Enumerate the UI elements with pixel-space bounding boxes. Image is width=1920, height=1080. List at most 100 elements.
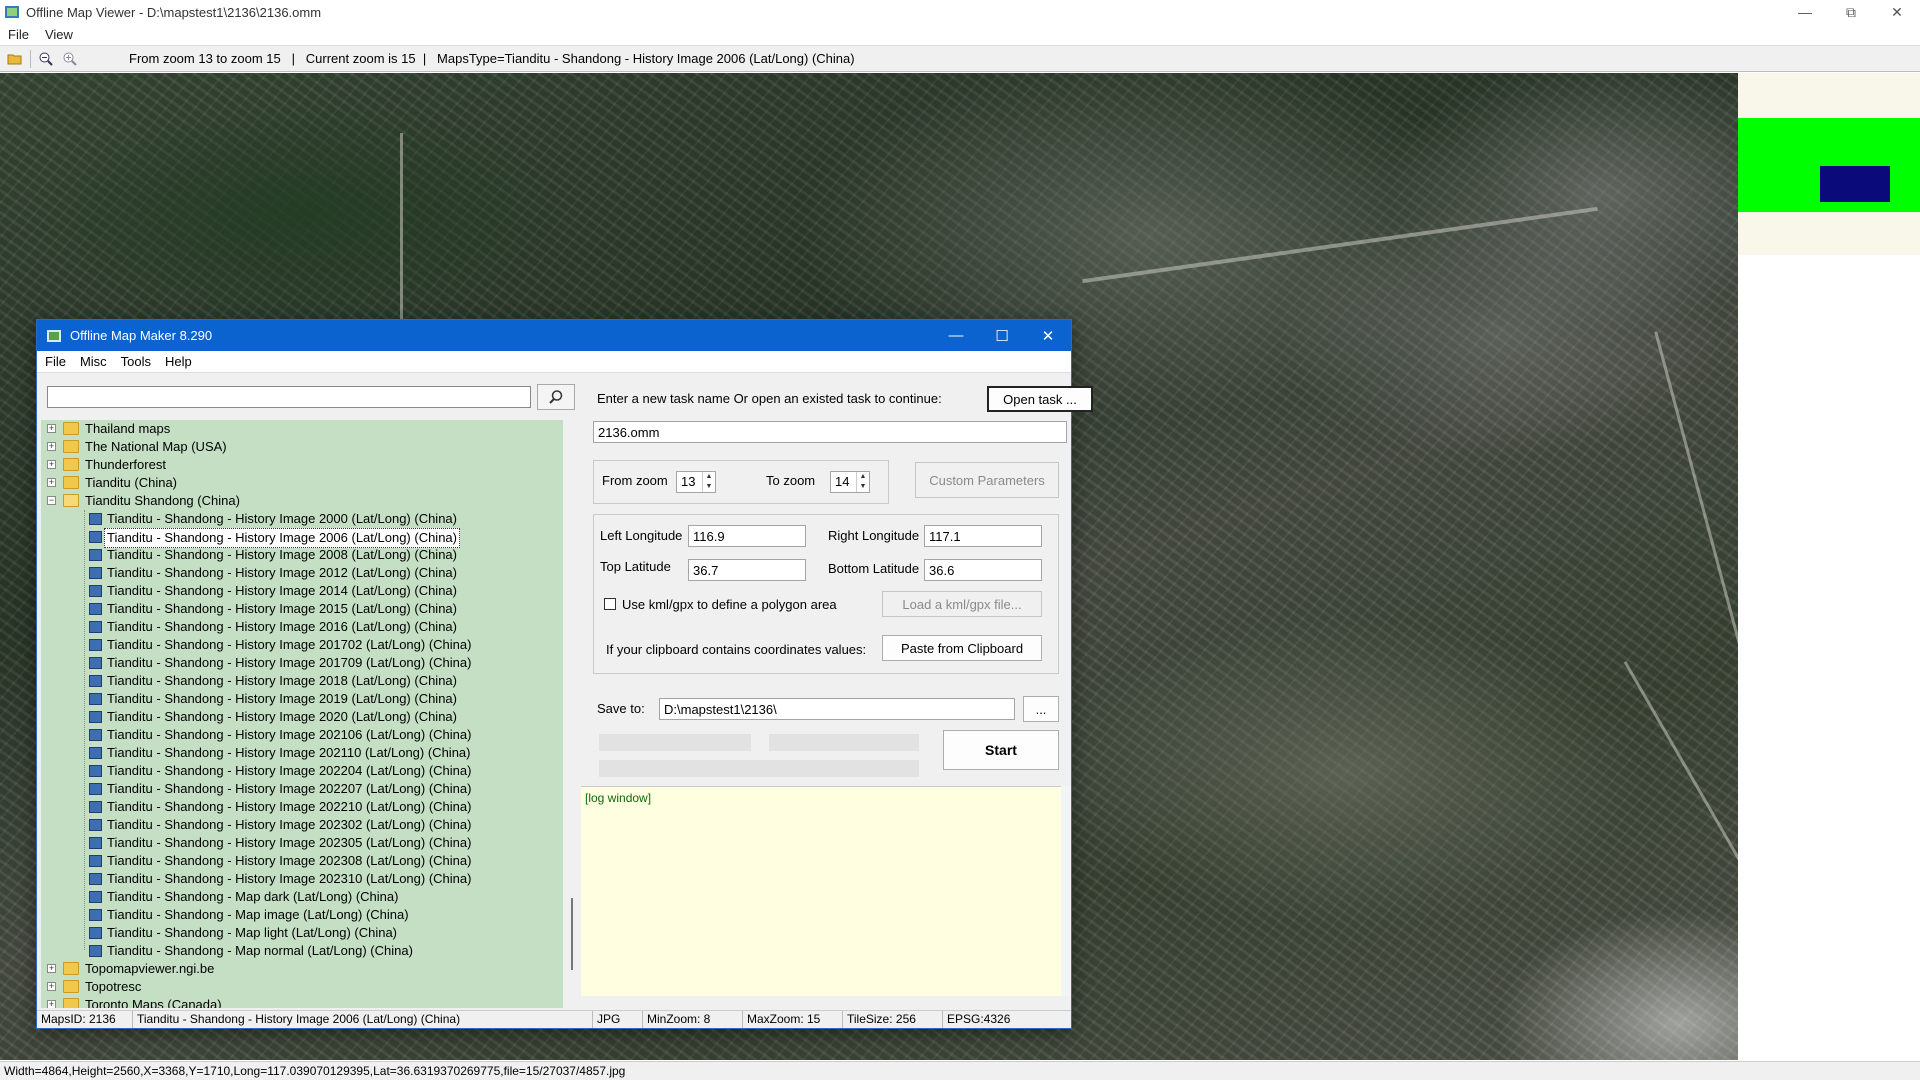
tree-folder-item[interactable]: + The National Map (USA) <box>41 438 563 456</box>
tree-map-item[interactable]: Tianditu - Shandong - Map dark (Lat/Long… <box>41 888 563 906</box>
tree-map-item[interactable]: Tianditu - Shandong - Map light (Lat/Lon… <box>41 924 563 942</box>
expand-icon[interactable]: + <box>47 1000 56 1008</box>
left-longitude-field[interactable] <box>688 525 806 547</box>
toolbar-separator <box>30 49 31 68</box>
dialog-maximize-icon[interactable]: ☐ <box>979 320 1025 351</box>
folder-icon <box>63 980 79 993</box>
top-latitude-field[interactable] <box>688 559 806 581</box>
tree-map-item[interactable]: Tianditu - Shandong - Map image (Lat/Lon… <box>41 906 563 924</box>
open-folder-icon[interactable] <box>6 50 24 68</box>
dialog-statusbar: MapsID: 2136 Tianditu - Shandong - Histo… <box>37 1010 1071 1028</box>
open-task-button[interactable]: Open task ... <box>987 386 1093 412</box>
to-zoom-spinner[interactable]: 14 ▲ ▼ <box>830 471 870 493</box>
tree-map-item[interactable]: Tianditu - Shandong - History Image 2021… <box>41 726 563 744</box>
dialog-title: Offline Map Maker 8.290 <box>70 328 213 343</box>
browse-button[interactable]: ... <box>1023 696 1059 722</box>
from-zoom-spinner[interactable]: 13 ▲ ▼ <box>676 471 716 493</box>
custom-parameters-button[interactable]: Custom Parameters <box>915 462 1059 498</box>
tree-item-label: Tianditu - Shandong - History Image 2012… <box>107 565 457 580</box>
tree-map-item[interactable]: Tianditu - Shandong - History Image 2017… <box>41 654 563 672</box>
paste-from-clipboard-button[interactable]: Paste from Clipboard <box>882 635 1042 661</box>
menu-file[interactable]: File <box>8 27 29 42</box>
minimize-icon[interactable]: — <box>1782 0 1828 24</box>
close-icon[interactable]: ✕ <box>1874 0 1920 24</box>
spinner-arrows-icon[interactable]: ▲ ▼ <box>702 472 715 492</box>
map-layer-icon <box>89 531 102 543</box>
zoom-out-icon[interactable] <box>37 50 55 68</box>
dialog-minimize-icon[interactable]: — <box>933 320 979 351</box>
tree-map-item[interactable]: Tianditu - Shandong - History Image 2021… <box>41 744 563 762</box>
tree-folder-item[interactable]: + Topomapviewer.ngi.be <box>41 960 563 978</box>
dialog-menu-tools[interactable]: Tools <box>121 354 151 369</box>
tree-item-label: Tianditu - Shandong - History Image 2022… <box>107 781 472 796</box>
tree-map-item[interactable]: Tianditu - Shandong - History Image 2023… <box>41 870 563 888</box>
log-window[interactable]: [log window] <box>581 786 1061 996</box>
tree-map-item[interactable]: Tianditu - Shandong - History Image 2020… <box>41 708 563 726</box>
tree-scroll-thumb[interactable] <box>571 898 573 970</box>
minimap-viewport[interactable] <box>1820 166 1890 202</box>
save-path-field[interactable] <box>659 698 1015 720</box>
tree-map-item[interactable]: Tianditu - Shandong - History Image 2023… <box>41 816 563 834</box>
tree-map-item[interactable]: Tianditu - Shandong - History Image 2019… <box>41 690 563 708</box>
tree-map-item[interactable]: Tianditu - Shandong - History Image 2022… <box>41 780 563 798</box>
dialog-menu-help[interactable]: Help <box>165 354 192 369</box>
expand-icon[interactable]: + <box>47 424 56 433</box>
tree-folder-item[interactable]: + Tianditu (China) <box>41 474 563 492</box>
task-pane: Enter a new task name Or open an existed… <box>581 374 1093 1010</box>
top-latitude-label: Top Latitude <box>600 559 671 574</box>
log-scrollbar[interactable] <box>1061 786 1071 996</box>
tree-folder-item[interactable]: + Thunderforest <box>41 456 563 474</box>
tree-map-item[interactable]: Tianditu - Shandong - History Image 2014… <box>41 582 563 600</box>
bottom-latitude-field[interactable] <box>924 559 1042 581</box>
expand-icon[interactable]: + <box>47 982 56 991</box>
tree-map-item[interactable]: Tianditu - Shandong - History Image 2017… <box>41 636 563 654</box>
tree-folder-item[interactable]: − Tianditu Shandong (China) <box>41 492 563 510</box>
map-type-tree[interactable]: + Thailand maps + The National Map (USA) + Th… <box>41 420 563 1008</box>
expand-icon[interactable]: + <box>47 964 56 973</box>
tree-folder-item[interactable]: + Topotresc <box>41 978 563 996</box>
folder-icon <box>63 458 79 471</box>
tree-map-item[interactable]: Tianditu - Shandong - History Image 2006… <box>41 528 563 548</box>
load-kml-button[interactable]: Load a kml/gpx file... <box>882 591 1042 617</box>
tree-map-item[interactable]: Tianditu - Shandong - History Image 2022… <box>41 762 563 780</box>
tree-item-label: Tianditu - Shandong - History Image 2023… <box>107 871 472 886</box>
tree-map-item[interactable]: Tianditu - Shandong - History Image 2023… <box>41 852 563 870</box>
task-name-field[interactable] <box>593 421 1067 443</box>
tree-item-label: Tianditu Shandong (China) <box>85 493 240 508</box>
tree-map-item[interactable]: Tianditu - Shandong - History Image 2016… <box>41 618 563 636</box>
zoom-in-icon[interactable] <box>61 50 79 68</box>
tree-folder-item[interactable]: + Thailand maps <box>41 420 563 438</box>
tree-map-item[interactable]: Tianditu - Shandong - History Image 2015… <box>41 600 563 618</box>
dialog-close-icon[interactable]: ✕ <box>1025 320 1071 351</box>
tree-map-item[interactable]: Tianditu - Shandong - History Image 2018… <box>41 672 563 690</box>
viewer-title: Offline Map Viewer - D:\mapstest1\2136\2… <box>26 4 322 20</box>
status-min-zoom: MinZoom: 8 <box>643 1011 743 1028</box>
dialog-titlebar: Offline Map Maker 8.290 — ☐ ✕ <box>37 320 1071 351</box>
dialog-menu-file[interactable]: File <box>45 354 66 369</box>
tree-map-item[interactable]: Tianditu - Shandong - History Image 2008… <box>41 546 563 564</box>
overview-minimap[interactable] <box>1738 73 1920 255</box>
search-button[interactable] <box>537 384 575 410</box>
start-button[interactable]: Start <box>943 730 1059 770</box>
expand-icon[interactable]: + <box>47 478 56 487</box>
map-search-input[interactable] <box>47 386 531 408</box>
map-layer-icon <box>89 585 102 597</box>
tree-map-item[interactable]: Tianditu - Shandong - History Image 2000… <box>41 510 563 528</box>
expand-icon[interactable]: + <box>47 442 56 451</box>
map-layer-icon <box>89 747 102 759</box>
tree-map-item[interactable]: Tianditu - Shandong - History Image 2022… <box>41 798 563 816</box>
collapse-icon[interactable]: − <box>47 496 56 505</box>
use-kml-checkbox[interactable] <box>604 598 616 610</box>
expand-icon[interactable]: + <box>47 460 56 469</box>
tree-map-item[interactable]: Tianditu - Shandong - Map normal (Lat/Lo… <box>41 942 563 960</box>
tree-scrollbar[interactable] <box>567 420 579 1008</box>
restore-icon[interactable]: ⧉ <box>1828 0 1874 24</box>
spinner-arrows-icon[interactable]: ▲ ▼ <box>856 472 869 492</box>
dialog-menu-misc[interactable]: Misc <box>80 354 107 369</box>
tree-map-item[interactable]: Tianditu - Shandong - History Image 2023… <box>41 834 563 852</box>
menu-view[interactable]: View <box>45 27 73 42</box>
tree-folder-item[interactable]: + Toronto Maps (Canada) <box>41 996 563 1008</box>
right-longitude-field[interactable] <box>924 525 1042 547</box>
tree-item-label: Tianditu - Shandong - History Image 2021… <box>107 745 471 760</box>
tree-map-item[interactable]: Tianditu - Shandong - History Image 2012… <box>41 564 563 582</box>
